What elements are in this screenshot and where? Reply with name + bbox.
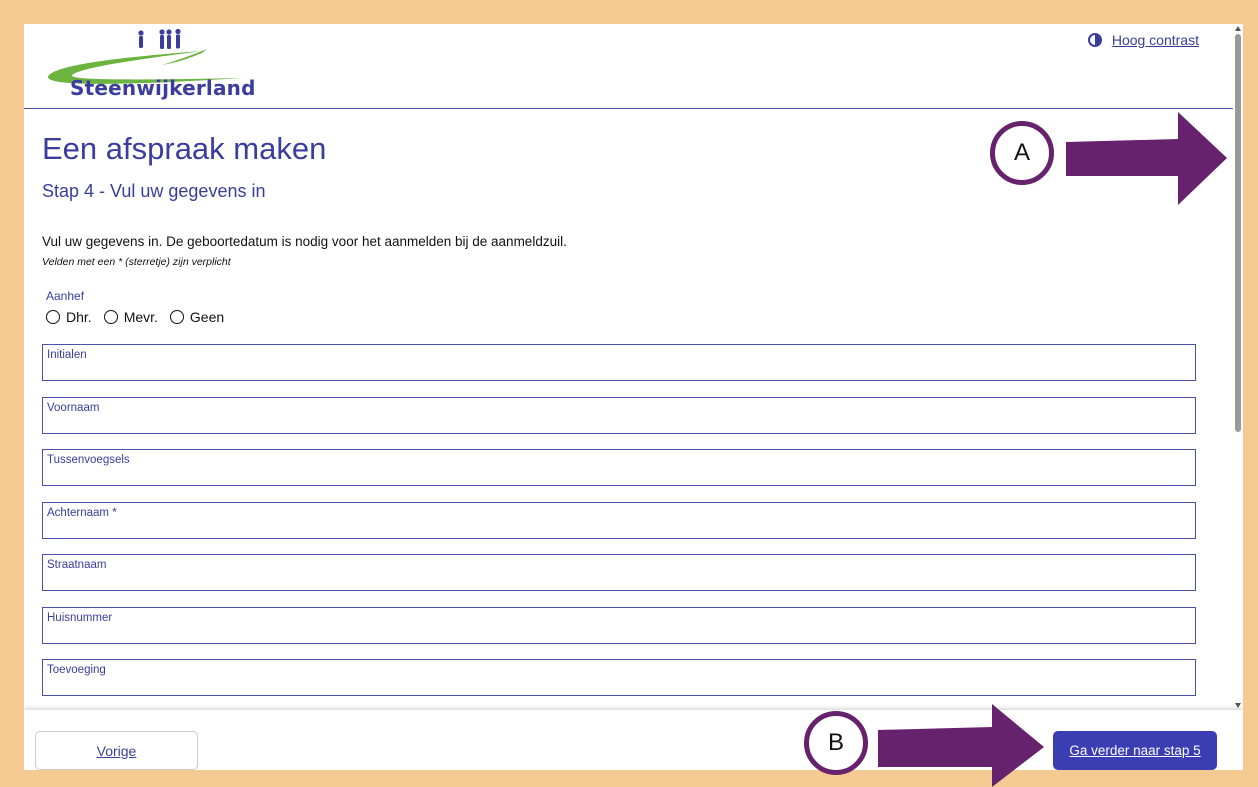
radio-dhr[interactable]: Dhr. [46, 309, 92, 325]
annotation-a-circle: A [990, 121, 1054, 185]
infix-input[interactable] [47, 465, 1191, 483]
radio-label: Dhr. [66, 309, 92, 325]
salutation-options: Dhr. Mevr. Geen [46, 309, 224, 325]
salutation-group: Aanhef Dhr. Mevr. Geen [46, 289, 224, 325]
salutation-label: Aanhef [46, 289, 85, 303]
page-title: Een afspraak maken [42, 131, 327, 166]
annotation-b-label: B [827, 729, 844, 756]
radio-label: Geen [189, 309, 225, 325]
initials-input[interactable] [47, 360, 1191, 378]
last-name-field[interactable]: Achternaam * [42, 502, 1196, 539]
required-note: Velden met een * (sterretje) zijn verpli… [42, 256, 231, 268]
radio-circle-icon[interactable] [169, 310, 184, 324]
contrast-icon [1087, 33, 1102, 47]
annotation-a-arrow-icon [1066, 112, 1227, 205]
previous-button[interactable]: Vorige [35, 731, 198, 770]
last-name-input[interactable] [47, 518, 1191, 536]
addition-field[interactable]: Toevoeging [42, 659, 1196, 696]
annotation-b-arrow-icon [878, 704, 1044, 787]
first-name-field[interactable]: Voornaam [42, 397, 1196, 434]
street-input[interactable] [47, 570, 1191, 588]
vertical-scrollbar[interactable] [1233, 24, 1243, 710]
addition-input[interactable] [47, 675, 1191, 693]
radio-label: Mevr. [123, 309, 158, 325]
radio-circle-icon[interactable] [46, 310, 60, 324]
street-field[interactable]: Straatnaam [42, 554, 1196, 591]
next-step-button[interactable]: Ga verder naar stap 5 [1053, 731, 1217, 770]
scroll-down-icon[interactable] [1235, 703, 1241, 708]
infix-field[interactable]: Tussenvoegsels [42, 449, 1196, 486]
site-header: Steenwijkerland Hoog contrast [24, 24, 1233, 109]
logo-text: Steenwijkerland [70, 76, 256, 100]
radio-geen[interactable]: Geen [169, 309, 225, 325]
house-number-field[interactable]: Huisnummer [42, 607, 1196, 644]
radio-circle-icon[interactable] [103, 310, 118, 324]
intro-text: Vul uw gegevens in. De geboortedatum is … [42, 234, 567, 249]
municipality-logo[interactable]: Steenwijkerland [42, 28, 255, 104]
scroll-thumb[interactable] [1235, 34, 1241, 432]
first-name-input[interactable] [47, 413, 1191, 431]
annotation-a-label: A [1013, 139, 1030, 166]
house-number-input[interactable] [47, 623, 1191, 641]
scroll-up-icon[interactable] [1235, 26, 1241, 31]
contrast-toggle[interactable]: Hoog contrast [1087, 32, 1199, 48]
annotation-b-circle: B [804, 711, 868, 775]
radio-mevr[interactable]: Mevr. [103, 309, 158, 325]
initials-field[interactable]: Initialen [42, 344, 1196, 381]
high-contrast-link[interactable]: Hoog contrast [1112, 32, 1199, 48]
step-title: Stap 4 - Vul uw gegevens in [42, 181, 266, 201]
form-footer: Vorige Ga verder naar stap 5 [24, 710, 1243, 770]
